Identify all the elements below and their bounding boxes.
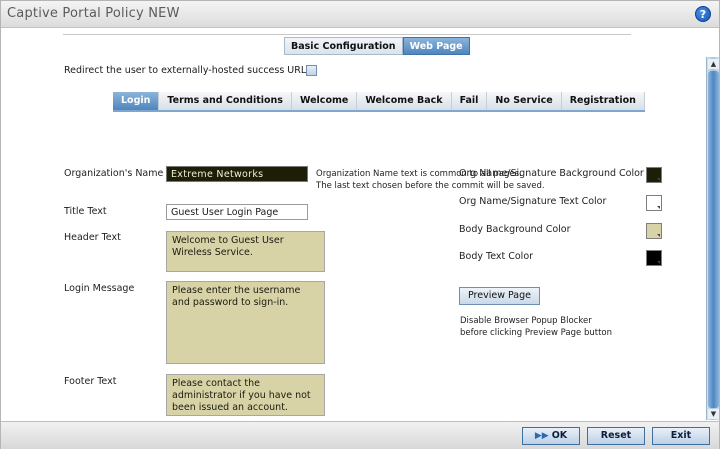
org-text-color-label: Org Name/Signature Text Color bbox=[459, 196, 607, 207]
login-message-label: Login Message bbox=[64, 283, 135, 294]
tab-basic-configuration[interactable]: Basic Configuration bbox=[284, 37, 403, 55]
header-text-label: Header Text bbox=[64, 232, 121, 243]
redirect-label: Redirect the user to externally-hosted s… bbox=[64, 65, 307, 76]
vertical-scrollbar[interactable]: ▲ ▼ bbox=[706, 57, 719, 420]
org-name-note-line1: Organization Name text is common to all … bbox=[316, 169, 522, 179]
redirect-checkbox[interactable] bbox=[306, 65, 317, 76]
preview-note-line2: before clicking Preview Page button bbox=[460, 328, 612, 338]
tab-welcome-back[interactable]: Welcome Back bbox=[357, 92, 452, 110]
org-bg-color-label: Org Name/Signature Background Color bbox=[459, 168, 644, 179]
footer-text-area[interactable]: Please contact the administrator if you … bbox=[166, 374, 325, 416]
body-text-color-label: Body Text Color bbox=[459, 251, 534, 262]
title-text-label: Title Text bbox=[64, 206, 107, 217]
org-name-note-line2: The last text chosen before the commit w… bbox=[316, 181, 545, 191]
config-tabs: Basic Configuration Web Page bbox=[284, 37, 470, 55]
tab-registration[interactable]: Registration bbox=[562, 92, 645, 110]
divider bbox=[63, 34, 631, 35]
ok-button-label: OK bbox=[551, 430, 568, 441]
content-area: Basic Configuration Web Page Redirect th… bbox=[1, 29, 705, 421]
login-message-area[interactable]: Please enter the username and password t… bbox=[166, 281, 325, 364]
body-bg-color-swatch[interactable] bbox=[646, 223, 662, 239]
body-text-color-swatch[interactable] bbox=[646, 250, 662, 266]
ok-icon: ▶▶ bbox=[534, 431, 549, 441]
footer-bar: ▶▶ OK Reset Exit bbox=[1, 421, 719, 449]
org-name-input[interactable]: Extreme Networks bbox=[166, 166, 308, 182]
window-title: Captive Portal Policy NEW bbox=[7, 6, 180, 21]
captive-portal-window: Captive Portal Policy NEW ? Basic Config… bbox=[0, 0, 720, 449]
org-name-note: Organization Name text is common to all … bbox=[316, 168, 545, 192]
footer-text-label: Footer Text bbox=[64, 376, 117, 387]
chevron-down-icon[interactable]: ▼ bbox=[708, 409, 719, 419]
body-bg-color-label: Body Background Color bbox=[459, 224, 571, 235]
tab-terms-and-conditions[interactable]: Terms and Conditions bbox=[159, 92, 292, 110]
preview-page-button[interactable]: Preview Page bbox=[459, 287, 540, 305]
org-bg-color-swatch[interactable] bbox=[646, 167, 662, 183]
org-name-label: Organization's Name bbox=[64, 168, 164, 179]
page-tabs: Login Terms and Conditions Welcome Welco… bbox=[113, 92, 645, 112]
help-icon[interactable]: ? bbox=[695, 6, 711, 22]
tab-no-service[interactable]: No Service bbox=[487, 92, 562, 110]
title-bar: Captive Portal Policy NEW ? bbox=[1, 1, 719, 28]
reset-button[interactable]: Reset bbox=[587, 427, 645, 445]
tab-login[interactable]: Login bbox=[113, 92, 160, 110]
exit-button[interactable]: Exit bbox=[652, 427, 710, 445]
title-text-input[interactable]: Guest User Login Page bbox=[166, 204, 308, 220]
preview-note-line1: Disable Browser Popup Blocker bbox=[460, 316, 592, 326]
preview-note: Disable Browser Popup Blocker before cli… bbox=[460, 315, 640, 339]
header-text-area[interactable]: Welcome to Guest User Wireless Service. bbox=[166, 231, 325, 272]
tab-welcome[interactable]: Welcome bbox=[292, 92, 358, 110]
chevron-up-icon[interactable]: ▲ bbox=[708, 59, 719, 69]
tab-fail[interactable]: Fail bbox=[452, 92, 488, 110]
ok-button[interactable]: ▶▶ OK bbox=[522, 427, 580, 445]
scrollbar-thumb[interactable] bbox=[708, 71, 719, 408]
tab-web-page[interactable]: Web Page bbox=[402, 37, 470, 55]
org-text-color-swatch[interactable] bbox=[646, 195, 662, 211]
